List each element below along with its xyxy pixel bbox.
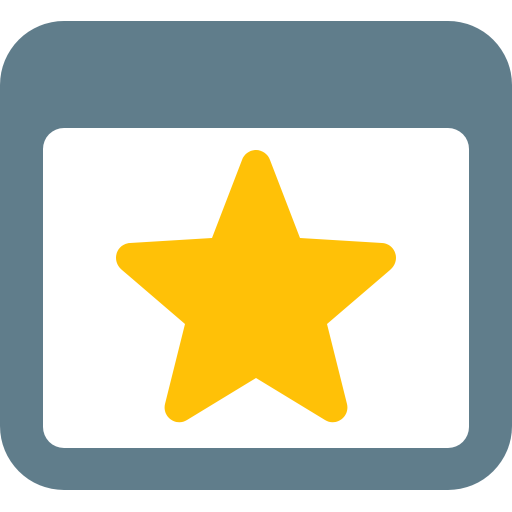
- browser-window-star-icon: [0, 0, 512, 512]
- icon-svg: [0, 21, 512, 490]
